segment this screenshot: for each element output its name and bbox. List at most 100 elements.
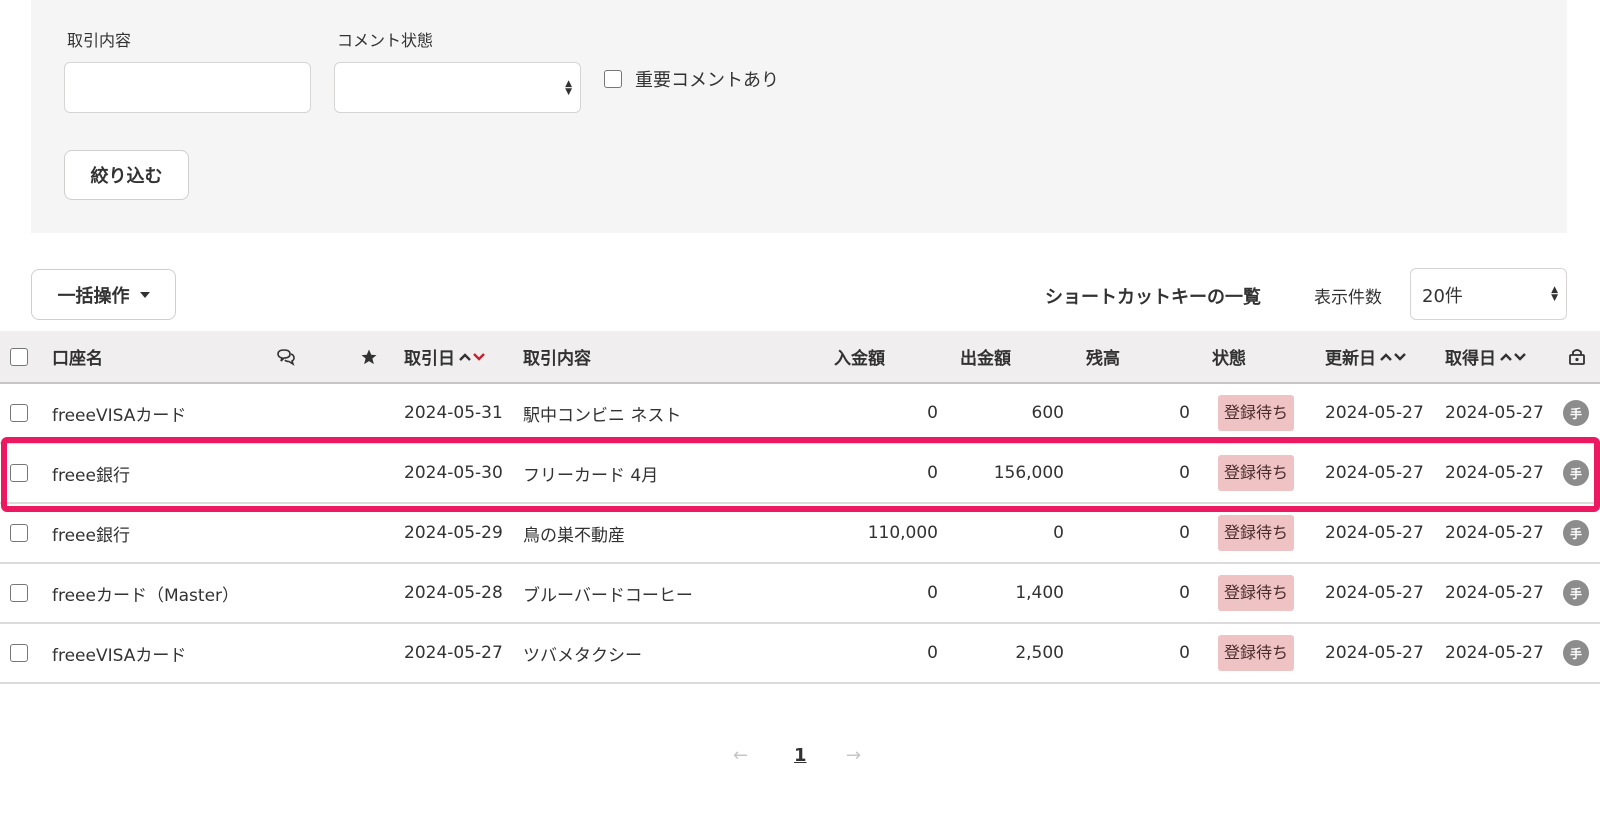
table-header: 口座名 取引日 取引内容 入金額 出金額 残高 状態 更新日 取得日 — [0, 331, 1600, 384]
sort-down-icon-active — [473, 352, 485, 361]
cell-updated: 2024-05-27 — [1325, 523, 1424, 543]
header-acquired[interactable]: 取得日 — [1445, 331, 1527, 382]
status-cell: 登録待ち — [1218, 624, 1295, 682]
cell-description: 鳥の巣不動産 — [523, 525, 625, 546]
select-all-checkbox[interactable] — [10, 347, 28, 366]
sort-up-icon — [1500, 352, 1512, 361]
cell-account: freee銀行 — [52, 465, 130, 486]
cell-date: 2024-05-28 — [404, 583, 503, 603]
cell-account: freeeVISAカード — [52, 405, 187, 426]
transaction-filter-input[interactable] — [64, 62, 311, 113]
cell-date: 2024-05-27 — [404, 643, 503, 663]
manual-icon-cell: 手 — [1563, 564, 1589, 622]
select-arrows-icon: ▲ ▼ — [1551, 285, 1558, 303]
page-size-label: 表示件数 — [1314, 288, 1382, 308]
cell-updated: 2024-05-27 — [1325, 583, 1424, 603]
table-row[interactable]: freeeVISAカード 2024-05-31 駅中コンビニ ネスト 0 600 0 登録待… — [0, 384, 1600, 444]
prev-page-button[interactable]: ← — [733, 745, 748, 766]
row-checkbox[interactable] — [10, 464, 28, 482]
cell-updated: 2024-05-27 — [1325, 643, 1424, 663]
status-cell: 登録待ち — [1218, 444, 1295, 502]
table-row[interactable]: freeeVISAカード 2024-05-27 ツバメタクシー 0 2,500 0 登録待ち… — [0, 624, 1600, 684]
manual-entry-icon: 手 — [1563, 400, 1589, 426]
sort-icons[interactable] — [1499, 352, 1527, 362]
cell-deposit: 0 — [927, 583, 938, 603]
bulk-action-button[interactable]: 一括操作 — [31, 269, 176, 320]
cell-description: 駅中コンビニ ネスト — [523, 405, 682, 426]
transactions-table: 口座名 取引日 取引内容 入金額 出金額 残高 状態 更新日 取得日 freee… — [0, 331, 1600, 684]
cell-account: freeeVISAカード — [52, 645, 187, 666]
row-checkbox-cell — [10, 564, 28, 622]
manual-icon-cell: 手 — [1563, 384, 1589, 442]
row-checkbox[interactable] — [10, 584, 28, 602]
caret-down-icon — [139, 291, 150, 298]
sort-icons[interactable] — [1379, 352, 1407, 362]
cell-withdrawal: 1,400 — [1015, 583, 1064, 603]
row-checkbox[interactable] — [10, 644, 28, 662]
cell-withdrawal: 600 — [1031, 403, 1064, 423]
header-date[interactable]: 取引日 — [404, 331, 486, 382]
cell-deposit: 0 — [927, 403, 938, 423]
bulk-action-label: 一括操作 — [57, 285, 130, 307]
cell-deposit: 0 — [927, 463, 938, 483]
cell-description: フリーカード 4月 — [523, 465, 659, 486]
status-badge: 登録待ち — [1218, 635, 1295, 671]
header-updated-label: 更新日 — [1325, 349, 1376, 369]
page-size-select[interactable]: 20件 ▲ ▼ — [1410, 268, 1567, 320]
manual-entry-icon: 手 — [1563, 520, 1589, 546]
select-all-cell — [10, 331, 28, 382]
cell-balance: 0 — [1179, 463, 1190, 483]
table-body: freeeVISAカード 2024-05-31 駅中コンビニ ネスト 0 600 0 登録待… — [0, 384, 1600, 684]
comment-status-select[interactable]: ▲ ▼ — [334, 62, 581, 113]
table-row[interactable]: freee銀行 2024-05-30 フリーカード 4月 0 156,000 0 登録待ち 2… — [0, 444, 1600, 504]
transaction-filter-label: 取引内容 — [67, 31, 132, 50]
cell-withdrawal: 2,500 — [1015, 643, 1064, 663]
next-page-button[interactable]: → — [846, 745, 861, 766]
comment-status-label: コメント状態 — [337, 31, 434, 50]
cell-withdrawal: 0 — [1053, 523, 1064, 543]
status-cell: 登録待ち — [1218, 504, 1295, 562]
row-checkbox[interactable] — [10, 404, 28, 422]
sort-up-icon — [1380, 352, 1392, 361]
sort-icons[interactable] — [458, 352, 486, 362]
manual-icon-cell: 手 — [1563, 624, 1589, 682]
important-comment-checkbox[interactable] — [604, 70, 622, 88]
cell-deposit: 0 — [927, 643, 938, 663]
cell-acquired: 2024-05-27 — [1445, 643, 1544, 663]
cell-acquired: 2024-05-27 — [1445, 463, 1544, 483]
header-description: 取引内容 — [523, 349, 591, 369]
select-arrows-icon: ▲ ▼ — [565, 79, 572, 97]
important-comment-option[interactable]: 重要コメントあり — [604, 66, 779, 92]
sort-up-icon — [459, 352, 471, 361]
cell-balance: 0 — [1179, 583, 1190, 603]
manual-icon-cell: 手 — [1563, 504, 1589, 562]
cell-account: freeeカード（Master） — [52, 585, 240, 606]
table-row[interactable]: freeeカード（Master） 2024-05-28 ブルーバードコーヒー 0 1,4… — [0, 564, 1600, 624]
header-date-label: 取引日 — [404, 349, 455, 369]
page-number-current[interactable]: 1 — [794, 745, 807, 766]
status-cell: 登録待ち — [1218, 564, 1295, 622]
cell-acquired: 2024-05-27 — [1445, 403, 1544, 423]
cell-balance: 0 — [1179, 403, 1190, 423]
header-account: 口座名 — [52, 349, 103, 369]
page-size-value: 20件 — [1422, 286, 1463, 307]
table-row[interactable]: freee銀行 2024-05-29 鳥の巣不動産 110,000 0 0 登録待ち 2024… — [0, 504, 1600, 564]
filter-button[interactable]: 絞り込む — [64, 150, 189, 200]
header-balance: 残高 — [1086, 349, 1120, 369]
status-badge: 登録待ち — [1218, 515, 1295, 551]
cell-description: ツバメタクシー — [523, 645, 642, 666]
comment-icon[interactable] — [276, 331, 296, 382]
filter-panel: 取引内容 コメント状態 ▲ ▼ 重要コメントあり 絞り込む — [31, 0, 1567, 233]
row-checkbox[interactable] — [10, 524, 28, 542]
status-badge: 登録待ち — [1218, 455, 1295, 491]
row-checkbox-cell — [10, 384, 28, 442]
shortcut-list-link[interactable]: ショートカットキーの一覧 — [1045, 283, 1261, 309]
header-deposit: 入金額 — [834, 349, 885, 369]
star-icon[interactable] — [360, 331, 378, 382]
cell-date: 2024-05-29 — [404, 523, 503, 543]
header-updated[interactable]: 更新日 — [1325, 331, 1407, 382]
status-cell: 登録待ち — [1218, 384, 1295, 442]
settings-icon[interactable] — [1567, 331, 1587, 382]
row-checkbox-cell — [10, 624, 28, 682]
header-status: 状態 — [1212, 349, 1246, 369]
